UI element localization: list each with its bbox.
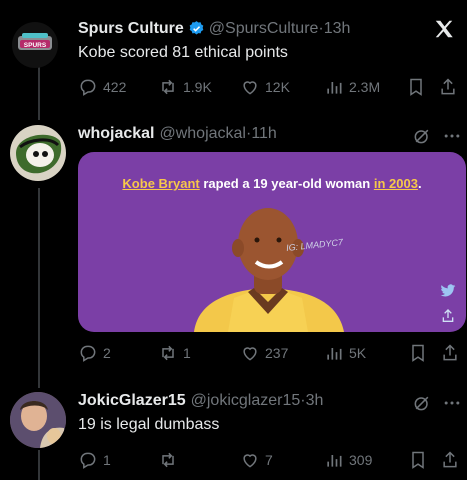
reply-icon	[80, 452, 96, 469]
more-options-icon[interactable]	[442, 126, 462, 151]
verified-badge-icon	[188, 20, 205, 42]
share-button[interactable]	[440, 450, 460, 470]
tweet-text: 19 is legal dumbass	[78, 416, 220, 433]
bookmark-button[interactable]	[408, 343, 428, 363]
retweet-icon	[162, 79, 174, 95]
tweet-text: Kobe scored 81 ethical points	[78, 44, 288, 61]
retweet-icon	[162, 452, 174, 468]
reply-button[interactable]: 1	[78, 450, 111, 470]
action-bar: 422 1.9K 12K 2.3M	[78, 76, 457, 98]
handle[interactable]: @jokicglazer15	[191, 392, 301, 410]
x-logo-icon[interactable]	[433, 18, 455, 45]
timestamp[interactable]: 13h	[324, 20, 351, 38]
reply-icon	[80, 345, 96, 362]
display-name[interactable]: whojackal	[78, 125, 154, 143]
tweet-header: Spurs Culture @SpursCulture · 13h	[78, 20, 350, 42]
share-icon	[441, 78, 455, 95]
avatar[interactable]	[10, 392, 66, 448]
reply-count: 422	[103, 79, 127, 95]
more-options-icon[interactable]	[442, 393, 462, 418]
views-icon	[327, 348, 342, 360]
timestamp[interactable]: 3h	[306, 392, 324, 410]
retweet-count: 1	[183, 345, 191, 361]
views-count: 2.3M	[349, 79, 381, 95]
like-count: 237	[265, 345, 289, 361]
tweet-header: JokicGlazer15 @jokicglazer15 · 3h	[78, 392, 323, 410]
action-bar: 1 7 309	[78, 449, 457, 471]
thread-line	[38, 62, 40, 120]
heart-icon	[243, 454, 257, 468]
bookmark-icon	[412, 344, 424, 362]
share-button[interactable]	[440, 343, 460, 363]
bookmark-icon	[412, 451, 424, 469]
handle[interactable]: @SpursCulture	[209, 20, 319, 38]
share-button[interactable]	[438, 77, 458, 97]
reply-button[interactable]: 2	[78, 343, 111, 363]
reply-icon	[80, 79, 96, 96]
views-button[interactable]: 5K	[324, 343, 366, 363]
retweet-count: 1.9K	[183, 79, 212, 95]
thread-line	[38, 450, 40, 480]
share-icon	[443, 344, 457, 361]
bookmark-button[interactable]	[408, 450, 428, 470]
views-button[interactable]: 2.3M	[324, 77, 380, 97]
like-button[interactable]: 12K	[240, 77, 290, 97]
display-name[interactable]: Spurs Culture	[78, 20, 184, 38]
heart-icon	[243, 81, 257, 95]
tweet-media-image[interactable]: Kobe Bryant raped a 19 year-old woman in…	[78, 152, 466, 332]
handle[interactable]: @whojackal	[159, 125, 246, 143]
thread-line	[38, 188, 40, 388]
share-icon	[443, 451, 457, 468]
retweet-icon	[162, 345, 174, 361]
grok-icon[interactable]	[412, 393, 432, 418]
grok-icon[interactable]	[412, 126, 432, 151]
avatar[interactable]	[10, 125, 66, 181]
retweet-button[interactable]: 1.9K	[158, 77, 212, 97]
media-share-icon	[440, 308, 456, 329]
display-name[interactable]: JokicGlazer15	[78, 392, 186, 410]
like-count: 12K	[265, 79, 290, 95]
bookmark-button[interactable]	[406, 77, 426, 97]
reply-count: 2	[103, 345, 111, 361]
avatar-logo-text: SPURS	[24, 42, 47, 49]
media-twitter-bird-icon	[440, 284, 456, 303]
action-bar: 2 1 237 5K	[78, 342, 457, 364]
heart-icon	[243, 347, 257, 361]
retweet-button[interactable]: 1	[158, 343, 191, 363]
like-button[interactable]: 7	[240, 450, 273, 470]
avatar[interactable]: SPURS	[12, 22, 58, 68]
like-button[interactable]: 237	[240, 343, 288, 363]
retweet-button[interactable]	[158, 450, 183, 470]
views-icon	[327, 82, 342, 94]
like-count: 7	[265, 452, 273, 468]
views-icon	[327, 455, 342, 467]
reply-count: 1	[103, 452, 111, 468]
timestamp[interactable]: 11h	[251, 125, 277, 143]
views-count: 309	[349, 452, 373, 468]
bookmark-icon	[410, 78, 422, 96]
views-button[interactable]: 309	[324, 450, 372, 470]
reply-button[interactable]: 422	[78, 77, 126, 97]
views-count: 5K	[349, 345, 367, 361]
tweet-header: whojackal @whojackal · 11h	[78, 125, 277, 143]
kobe-illustration	[194, 208, 344, 332]
